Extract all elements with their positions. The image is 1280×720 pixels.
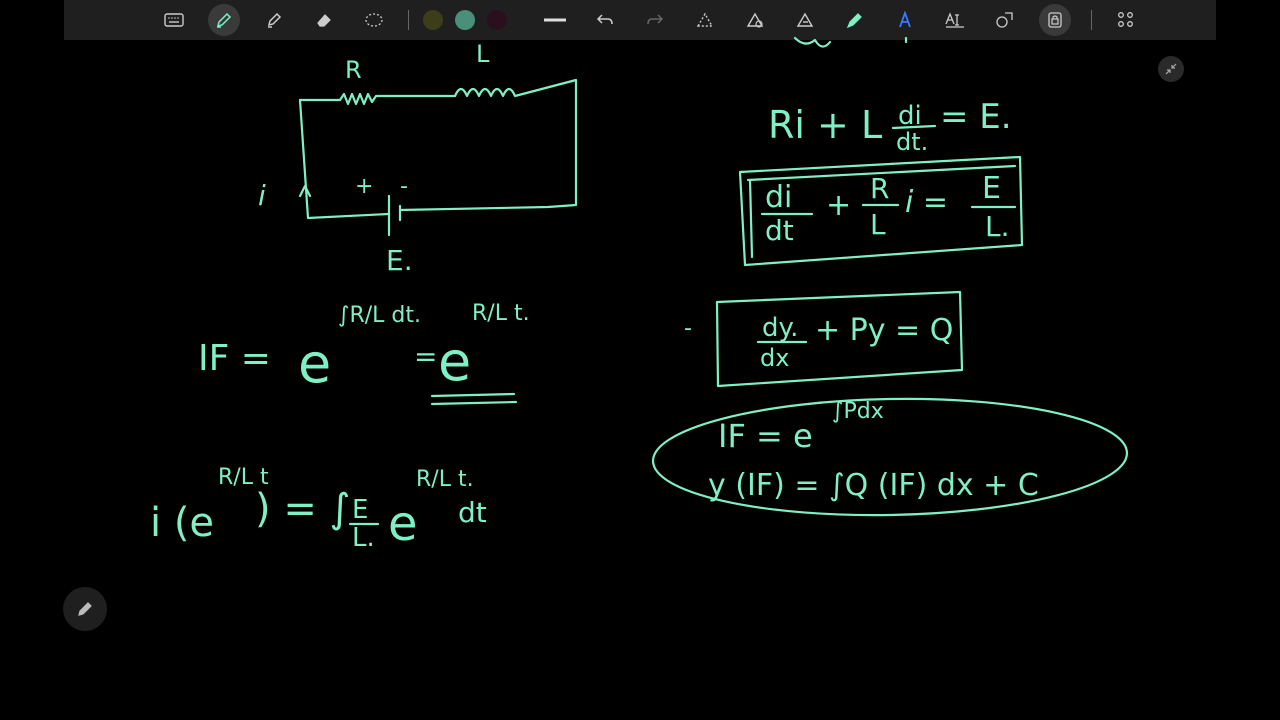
- if-underline2: [430, 400, 518, 406]
- eq1-den: dt.: [896, 128, 928, 156]
- eq2-d3: L.: [985, 210, 1010, 243]
- sol-rhs: ) = ∫: [255, 486, 350, 532]
- label-minus: -: [400, 174, 408, 199]
- inductor-wire: [398, 78, 578, 212]
- eq2-plus: +: [826, 188, 851, 223]
- equation-kvl: Ri + L di dt. = E.: [768, 97, 1012, 156]
- ink-scribble: [793, 36, 832, 48]
- if-exp2: R/L t.: [472, 301, 530, 326]
- eq2-n2: R: [870, 172, 889, 205]
- eq2-d1: dt: [765, 214, 794, 247]
- sol-lhs: i (e: [150, 500, 214, 546]
- sol-dt: dt: [458, 496, 487, 529]
- circuit-diagram: R L i + - E.: [258, 40, 578, 277]
- eq1-rhs: = E.: [940, 97, 1012, 137]
- sol-e2: e: [388, 496, 418, 552]
- box-inner-left: [748, 178, 754, 259]
- eq2-d2: L: [870, 208, 886, 241]
- current-arrow: [298, 184, 312, 198]
- resistor: [298, 92, 457, 106]
- sol-num: E: [352, 495, 368, 525]
- std-den: dx: [760, 344, 789, 372]
- if-eq: =: [414, 340, 437, 373]
- ink-layer: R L i + - E. Ri + L di dt. = E. di dt + …: [150, 36, 1129, 553]
- label-plus: +: [355, 174, 373, 199]
- eq1-lhs: Ri + L: [768, 103, 882, 147]
- equation-general-solution: IF = e ∫Pdx y (IF) = ∫Q (IF) dx + C: [651, 397, 1129, 517]
- label-e: E.: [386, 244, 413, 277]
- left-wire: [298, 98, 390, 220]
- eq2-n1: di: [765, 180, 792, 215]
- if-e1: e: [298, 332, 331, 395]
- gen-line2: y (IF) = ∫Q (IF) dx + C: [708, 468, 1039, 503]
- pen-mode-button[interactable]: [63, 587, 107, 631]
- if-exp1: ∫R/L dt.: [338, 303, 421, 328]
- if-e2: e: [438, 330, 471, 393]
- label-i: i: [258, 179, 266, 212]
- eq2-i: i =: [905, 185, 948, 220]
- equation-linear-boxed: di dt + R L i = E L.: [738, 155, 1024, 267]
- equation-standard-form: - dy. dx + Py = Q: [684, 290, 964, 388]
- std-dash: -: [684, 316, 692, 341]
- equation-solution: i (e R/L t ) = ∫ E L. e R/L t. dt: [150, 465, 487, 553]
- eq2-n3: E: [982, 171, 1001, 206]
- std-num: dy.: [762, 313, 798, 343]
- label-r: R: [345, 56, 362, 84]
- pen-icon: [78, 602, 92, 616]
- gen-line1: IF = e: [718, 417, 813, 455]
- if-lhs: IF =: [198, 338, 271, 379]
- sol-den: L.: [352, 523, 375, 553]
- gen-exp: ∫Pdx: [832, 399, 884, 424]
- if-underline1: [430, 392, 516, 398]
- equation-integrating-factor: IF = e ∫R/L dt. = e R/L t.: [198, 301, 530, 406]
- sol-exp2: R/L t.: [416, 467, 474, 492]
- label-l: L: [476, 40, 490, 68]
- std-rest: + Py = Q: [815, 313, 953, 348]
